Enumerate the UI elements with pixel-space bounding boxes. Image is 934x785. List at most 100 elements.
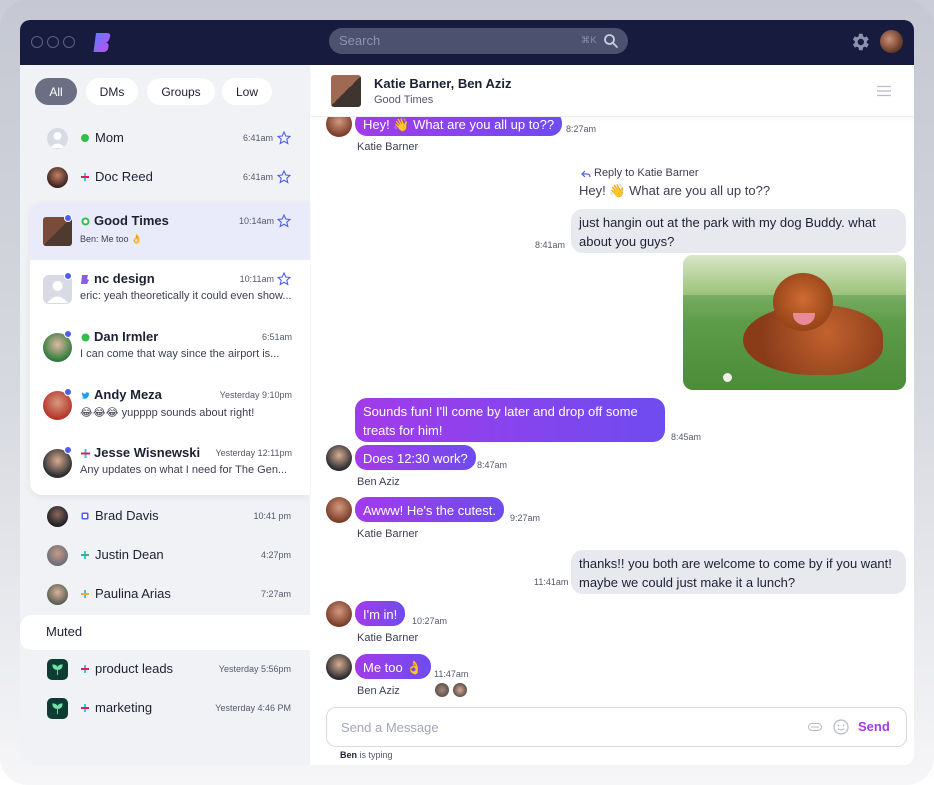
- typing-name: Ben: [340, 750, 358, 760]
- send-button[interactable]: Send: [858, 719, 890, 734]
- conversation-name: Doc Reed: [95, 169, 153, 184]
- conversation-name: Justin Dean: [95, 547, 164, 562]
- conversation-time: Yesterday 9:10pm: [219, 390, 292, 400]
- conversation-time: 6:51am: [261, 332, 292, 342]
- window-maximize-button[interactable]: [63, 36, 75, 48]
- chat-title: Katie Barner, Ben Aziz: [374, 76, 512, 91]
- conversation-item-good-times[interactable]: Good Times 10:14am Ben: Me too 👌: [30, 203, 310, 260]
- message-time: 11:41am: [534, 577, 569, 587]
- conversation-name: Andy Meza: [94, 387, 162, 402]
- chat-pane: Katie Barner, Ben Aziz Good Times Hey! 👋…: [311, 65, 914, 765]
- star-icon[interactable]: [277, 170, 291, 184]
- message-time: 9:27am: [510, 513, 541, 523]
- leaf-icon: [47, 698, 68, 719]
- conversation-time: Yesterday 4:46 PM: [215, 703, 291, 713]
- attachment-icon[interactable]: [808, 722, 822, 732]
- avatar: [47, 545, 68, 566]
- unread-dot: [64, 330, 72, 338]
- message-placeholder: Send a Message: [341, 720, 439, 735]
- window-close-button[interactable]: [31, 36, 43, 48]
- star-icon[interactable]: [277, 272, 291, 286]
- message-sender: Katie Barner: [357, 632, 419, 644]
- whatsapp-icon: [81, 333, 90, 342]
- user-avatar[interactable]: [880, 30, 903, 53]
- slack-icon: [81, 449, 90, 458]
- star-icon[interactable]: [277, 214, 291, 228]
- conversation-item-andy-meza[interactable]: Andy Meza Yesterday 9:10pm 😂😂😂 yupppp so…: [30, 377, 310, 434]
- conversation-item-jesse-wisnewski[interactable]: Jesse Wisnewski Yesterday 12:11pm Any up…: [30, 435, 310, 492]
- message-time: 8:45am: [671, 432, 702, 442]
- avatar: [47, 128, 68, 149]
- sidebar: All DMs Groups Low Mom 6:41am Doc Reed 6…: [20, 65, 310, 765]
- hamburger-menu-icon[interactable]: [876, 85, 892, 97]
- whatsapp-icon: [81, 217, 90, 226]
- message-bubble: Sounds fun! I'll come by later and drop …: [355, 398, 665, 442]
- conversation-name: Brad Davis: [95, 508, 159, 523]
- star-icon[interactable]: [277, 131, 291, 145]
- message-list: Hey! 👋 What are you all up to?? 8:27am K…: [311, 117, 914, 707]
- avatar: [326, 445, 352, 471]
- emoji-icon[interactable]: [833, 719, 849, 735]
- conversation-preview: Ben: Me too 👌: [80, 234, 143, 244]
- leaf-icon: [47, 659, 68, 680]
- slack-icon: [81, 665, 89, 673]
- unread-dot: [64, 388, 72, 396]
- conversation-item[interactable]: Mom 6:41am: [20, 120, 310, 159]
- conversation-preview: Any updates on what I need for The Gen..…: [80, 464, 288, 476]
- conversation-name: Dan Irmler: [94, 329, 159, 344]
- slack-icon: [81, 590, 89, 598]
- message-bubble: Me too 👌: [355, 654, 431, 679]
- reply-quote: Hey! 👋 What are you all up to??: [579, 183, 771, 198]
- conversation-item[interactable]: product leads Yesterday 5:56pm: [20, 651, 310, 690]
- title-bar: Search ⌘K: [20, 20, 914, 65]
- search-input[interactable]: Search ⌘K: [329, 28, 628, 54]
- message-sender: Katie Barner: [357, 141, 419, 153]
- filter-chip-dms[interactable]: DMs: [86, 78, 138, 105]
- conversation-item-nc-design[interactable]: nc design 10:11am eric: yeah theoretical…: [30, 261, 310, 318]
- reply-label: Reply to Katie Barner: [594, 167, 699, 179]
- conversation-time: 10:11am: [239, 274, 274, 284]
- message-time: 8:27am: [566, 124, 597, 134]
- twitter-icon: [81, 392, 90, 399]
- message-sender: Ben Aziz: [357, 685, 400, 697]
- conversation-time: 10:14am: [238, 216, 274, 226]
- filter-chip-all[interactable]: All: [35, 78, 77, 105]
- conversation-item[interactable]: marketing Yesterday 4:46 PM: [20, 690, 310, 729]
- conversation-preview: 😂😂😂 yupppp sounds about right!: [80, 407, 255, 419]
- unread-dot: [64, 446, 72, 454]
- conversation-name: Jesse Wisnewski: [94, 445, 201, 460]
- reply-icon: [581, 170, 591, 178]
- dog-photo[interactable]: [683, 255, 906, 390]
- slack-icon: [81, 551, 89, 559]
- beeper-logo-icon: [93, 33, 111, 52]
- conversation-item[interactable]: Justin Dean 4:27pm: [20, 537, 310, 576]
- conversation-item[interactable]: Brad Davis 10:41 pm: [20, 498, 310, 537]
- avatar: [326, 497, 352, 523]
- avatar: [326, 601, 352, 627]
- gear-icon[interactable]: [849, 31, 871, 53]
- conversation-item-dan-irmler[interactable]: Dan Irmler 6:51am I can come that way si…: [30, 319, 310, 376]
- filter-chip-low[interactable]: Low: [222, 78, 272, 105]
- conversation-item[interactable]: Doc Reed 6:41am: [20, 159, 310, 198]
- conversation-time: 7:27am: [260, 589, 291, 599]
- message-bubble: I'm in!: [355, 601, 406, 626]
- message-input[interactable]: Send a Message Send: [326, 707, 907, 747]
- conversation-preview: eric: yeah theoretically it could even s…: [80, 290, 292, 302]
- message-bubble: just hangin out at the park with my dog …: [571, 209, 906, 253]
- message-bubble: Hey! 👋 What are you all up to??: [355, 117, 563, 136]
- avatar: [47, 584, 68, 605]
- conversation-time: 6:41am: [242, 133, 273, 143]
- conversation-name: Mom: [95, 130, 124, 145]
- window-minimize-button[interactable]: [47, 36, 59, 48]
- filter-chip-groups[interactable]: Groups: [147, 78, 215, 105]
- message-bubble: Does 12:30 work?: [355, 445, 476, 470]
- search-shortcut: ⌘K: [581, 35, 598, 45]
- read-receipt-avatar: [453, 683, 467, 697]
- typing-suffix: is typing: [357, 750, 393, 760]
- search-placeholder: Search: [339, 33, 381, 48]
- message-sender: Ben Aziz: [357, 476, 400, 488]
- message-time: 8:47am: [477, 460, 508, 470]
- conversation-item[interactable]: Paulina Arias 7:27am: [20, 576, 310, 615]
- conversation-time: Yesterday 5:56pm: [218, 664, 291, 674]
- message-bubble: thanks!! you both are welcome to come by…: [571, 550, 906, 594]
